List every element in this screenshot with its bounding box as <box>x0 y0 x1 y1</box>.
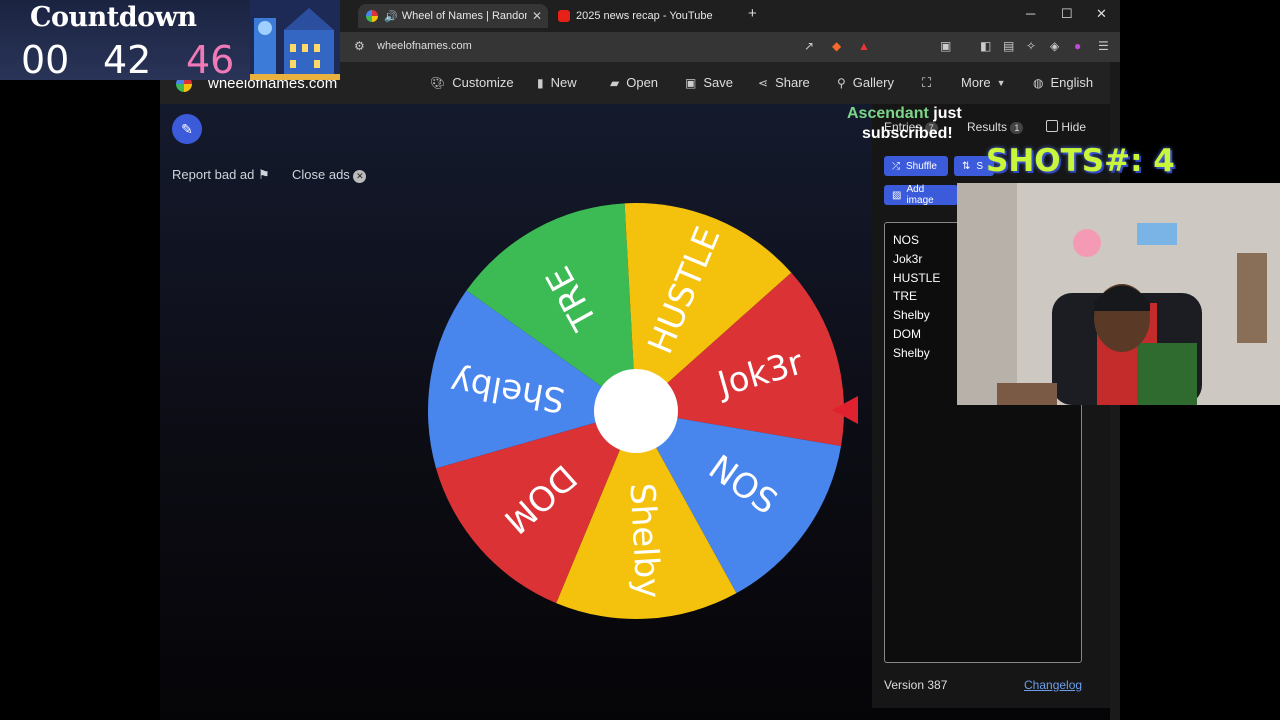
new-button[interactable]: ▮ New <box>537 75 577 90</box>
more-button[interactable]: More ▼ <box>961 75 1006 90</box>
subscriber-name: Ascendant <box>847 105 929 122</box>
close-circle-icon: ✕ <box>353 170 367 183</box>
brave-shield-icon[interactable]: ◆ <box>832 39 841 53</box>
save-button[interactable]: ▣ Save <box>685 75 733 90</box>
url-field[interactable]: wheelofnames.com <box>377 40 472 52</box>
sort-label: S <box>976 160 984 172</box>
close-ads-link[interactable]: Close ads ✕ <box>292 167 367 183</box>
wheel-favicon-icon <box>366 10 378 22</box>
tab-results[interactable]: Results 1 <box>967 120 1024 134</box>
share-page-icon[interactable]: ↗ <box>804 39 814 53</box>
language-button[interactable]: ◍ English <box>1033 75 1093 90</box>
subscriber-alert: Ascendant just subscribed! <box>847 104 962 144</box>
alert-text-line2: subscribed! <box>862 125 953 142</box>
shuffle-icon: ⤮ <box>892 160 900 172</box>
open-button[interactable]: ▰ Open <box>610 75 658 90</box>
new-tab-icon[interactable]: + <box>748 5 757 22</box>
hide-label: Hide <box>1061 120 1087 134</box>
site-info-icon[interactable]: ⚙ <box>354 39 365 53</box>
report-bad-ad-link[interactable]: Report bad ad ⚑ <box>172 167 270 183</box>
nav-label: Open <box>626 75 659 90</box>
wheel-segment-label: Shelby <box>621 482 667 599</box>
nav-label: Share <box>775 75 810 90</box>
profile-icon[interactable]: ● <box>1074 39 1081 53</box>
wallet-icon[interactable]: ▤ <box>1003 39 1014 53</box>
sidebar-icon[interactable]: ◧ <box>980 39 991 53</box>
rewards-icon[interactable]: ▲ <box>858 39 870 53</box>
close-tab-icon[interactable]: ✕ <box>532 9 542 23</box>
tab-wheel-of-names[interactable]: 🔊 Wheel of Names | Random na ✕ <box>358 4 548 28</box>
vpn-icon[interactable]: ◈ <box>1050 39 1059 53</box>
wheel-pointer-icon <box>832 396 858 424</box>
results-tab-label: Results <box>967 120 1008 134</box>
minimize-icon[interactable]: ─ <box>1026 6 1035 21</box>
report-ad-label: Report bad ad <box>172 167 255 182</box>
folder-icon: ▰ <box>610 75 620 90</box>
address-bar: ⚙ wheelofnames.com ↗ ◆ ▲ ▣ ◧ ▤ ✧ ◈ ● ☰ <box>340 32 1120 62</box>
castle-illustration <box>250 0 340 80</box>
sort-icon: ⇅ <box>962 160 971 172</box>
countdown-overlay: Countdown 00 42 46 <box>0 0 340 82</box>
search-icon: ⚲ <box>837 75 846 90</box>
mouse-cursor-icon: ➚ <box>650 428 666 448</box>
countdown-minutes: 42 <box>103 38 152 82</box>
results-count-badge: 1 <box>1010 122 1024 134</box>
countdown-title: Countdown <box>30 2 197 33</box>
extension-icon[interactable]: ▣ <box>940 39 951 53</box>
webcam-feed <box>957 183 1280 405</box>
caret-down-icon: ▼ <box>996 77 1006 88</box>
floppy-icon: ▣ <box>685 75 697 90</box>
add-image-button[interactable]: ▨ Add image <box>884 184 958 206</box>
countdown-seconds: 46 <box>186 38 235 82</box>
flag-icon: ⚑ <box>258 167 270 182</box>
palette-icon: 🎨︎ <box>430 75 446 90</box>
pencil-icon: ✎ <box>181 121 193 137</box>
gallery-button[interactable]: ⚲ Gallery <box>837 75 894 90</box>
maximize-icon[interactable]: ☐ <box>1061 6 1073 22</box>
shuffle-button[interactable]: ⤮ Shuffle <box>884 156 948 176</box>
nav-label: English <box>1050 75 1094 90</box>
spin-wheel[interactable]: Jok3rNOSShelbyDOMShelbyTRE HUSTLE <box>422 197 850 625</box>
nav-label: Save <box>703 75 733 90</box>
nav-label: New <box>550 75 577 90</box>
share-icon: ⋖ <box>758 75 769 90</box>
alert-text: just <box>928 105 962 122</box>
menu-icon[interactable]: ☰ <box>1098 39 1109 53</box>
shots-counter: SHOTS#: 4 <box>986 143 1175 179</box>
streamer-image <box>957 183 1280 405</box>
globe-icon: ◍ <box>1033 75 1044 90</box>
changelog-link[interactable]: Changelog <box>1024 678 1082 692</box>
youtube-favicon-icon <box>558 10 570 22</box>
nav-label: Customize <box>452 75 514 90</box>
shuffle-label: Shuffle <box>906 160 937 172</box>
version-label: Version 387 <box>884 678 948 692</box>
hide-checkbox[interactable]: Hide <box>1046 120 1086 134</box>
tab-label: Wheel of Names | Random na <box>401 10 527 22</box>
tab-youtube[interactable]: 2025 news recap - YouTube <box>550 4 740 28</box>
add-image-label: Add image <box>906 184 934 206</box>
close-window-icon[interactable]: ✕ <box>1096 6 1107 22</box>
ai-icon[interactable]: ✧ <box>1026 39 1036 53</box>
checkbox-icon <box>1046 120 1058 132</box>
browser-tab-bar: 🔊 Wheel of Names | Random na ✕ 2025 news… <box>340 0 1120 32</box>
wheel-center[interactable] <box>594 369 678 453</box>
customize-button[interactable]: 🎨︎ Customize <box>430 75 514 90</box>
file-icon: ▮ <box>537 75 544 90</box>
edit-pencil-button[interactable]: ✎ <box>172 114 202 144</box>
fullscreen-icon[interactable]: ⛶ <box>922 75 931 91</box>
share-button[interactable]: ⋖ Share <box>758 75 810 90</box>
close-ads-label: Close ads <box>292 167 350 182</box>
tab-label: 2025 news recap - YouTube <box>576 10 713 22</box>
nav-label: More <box>961 75 991 90</box>
nav-label: Gallery <box>852 75 894 90</box>
image-icon: ▨ <box>892 189 902 201</box>
countdown-hours: 00 <box>21 38 70 82</box>
speaker-icon: 🔊 <box>384 10 398 23</box>
